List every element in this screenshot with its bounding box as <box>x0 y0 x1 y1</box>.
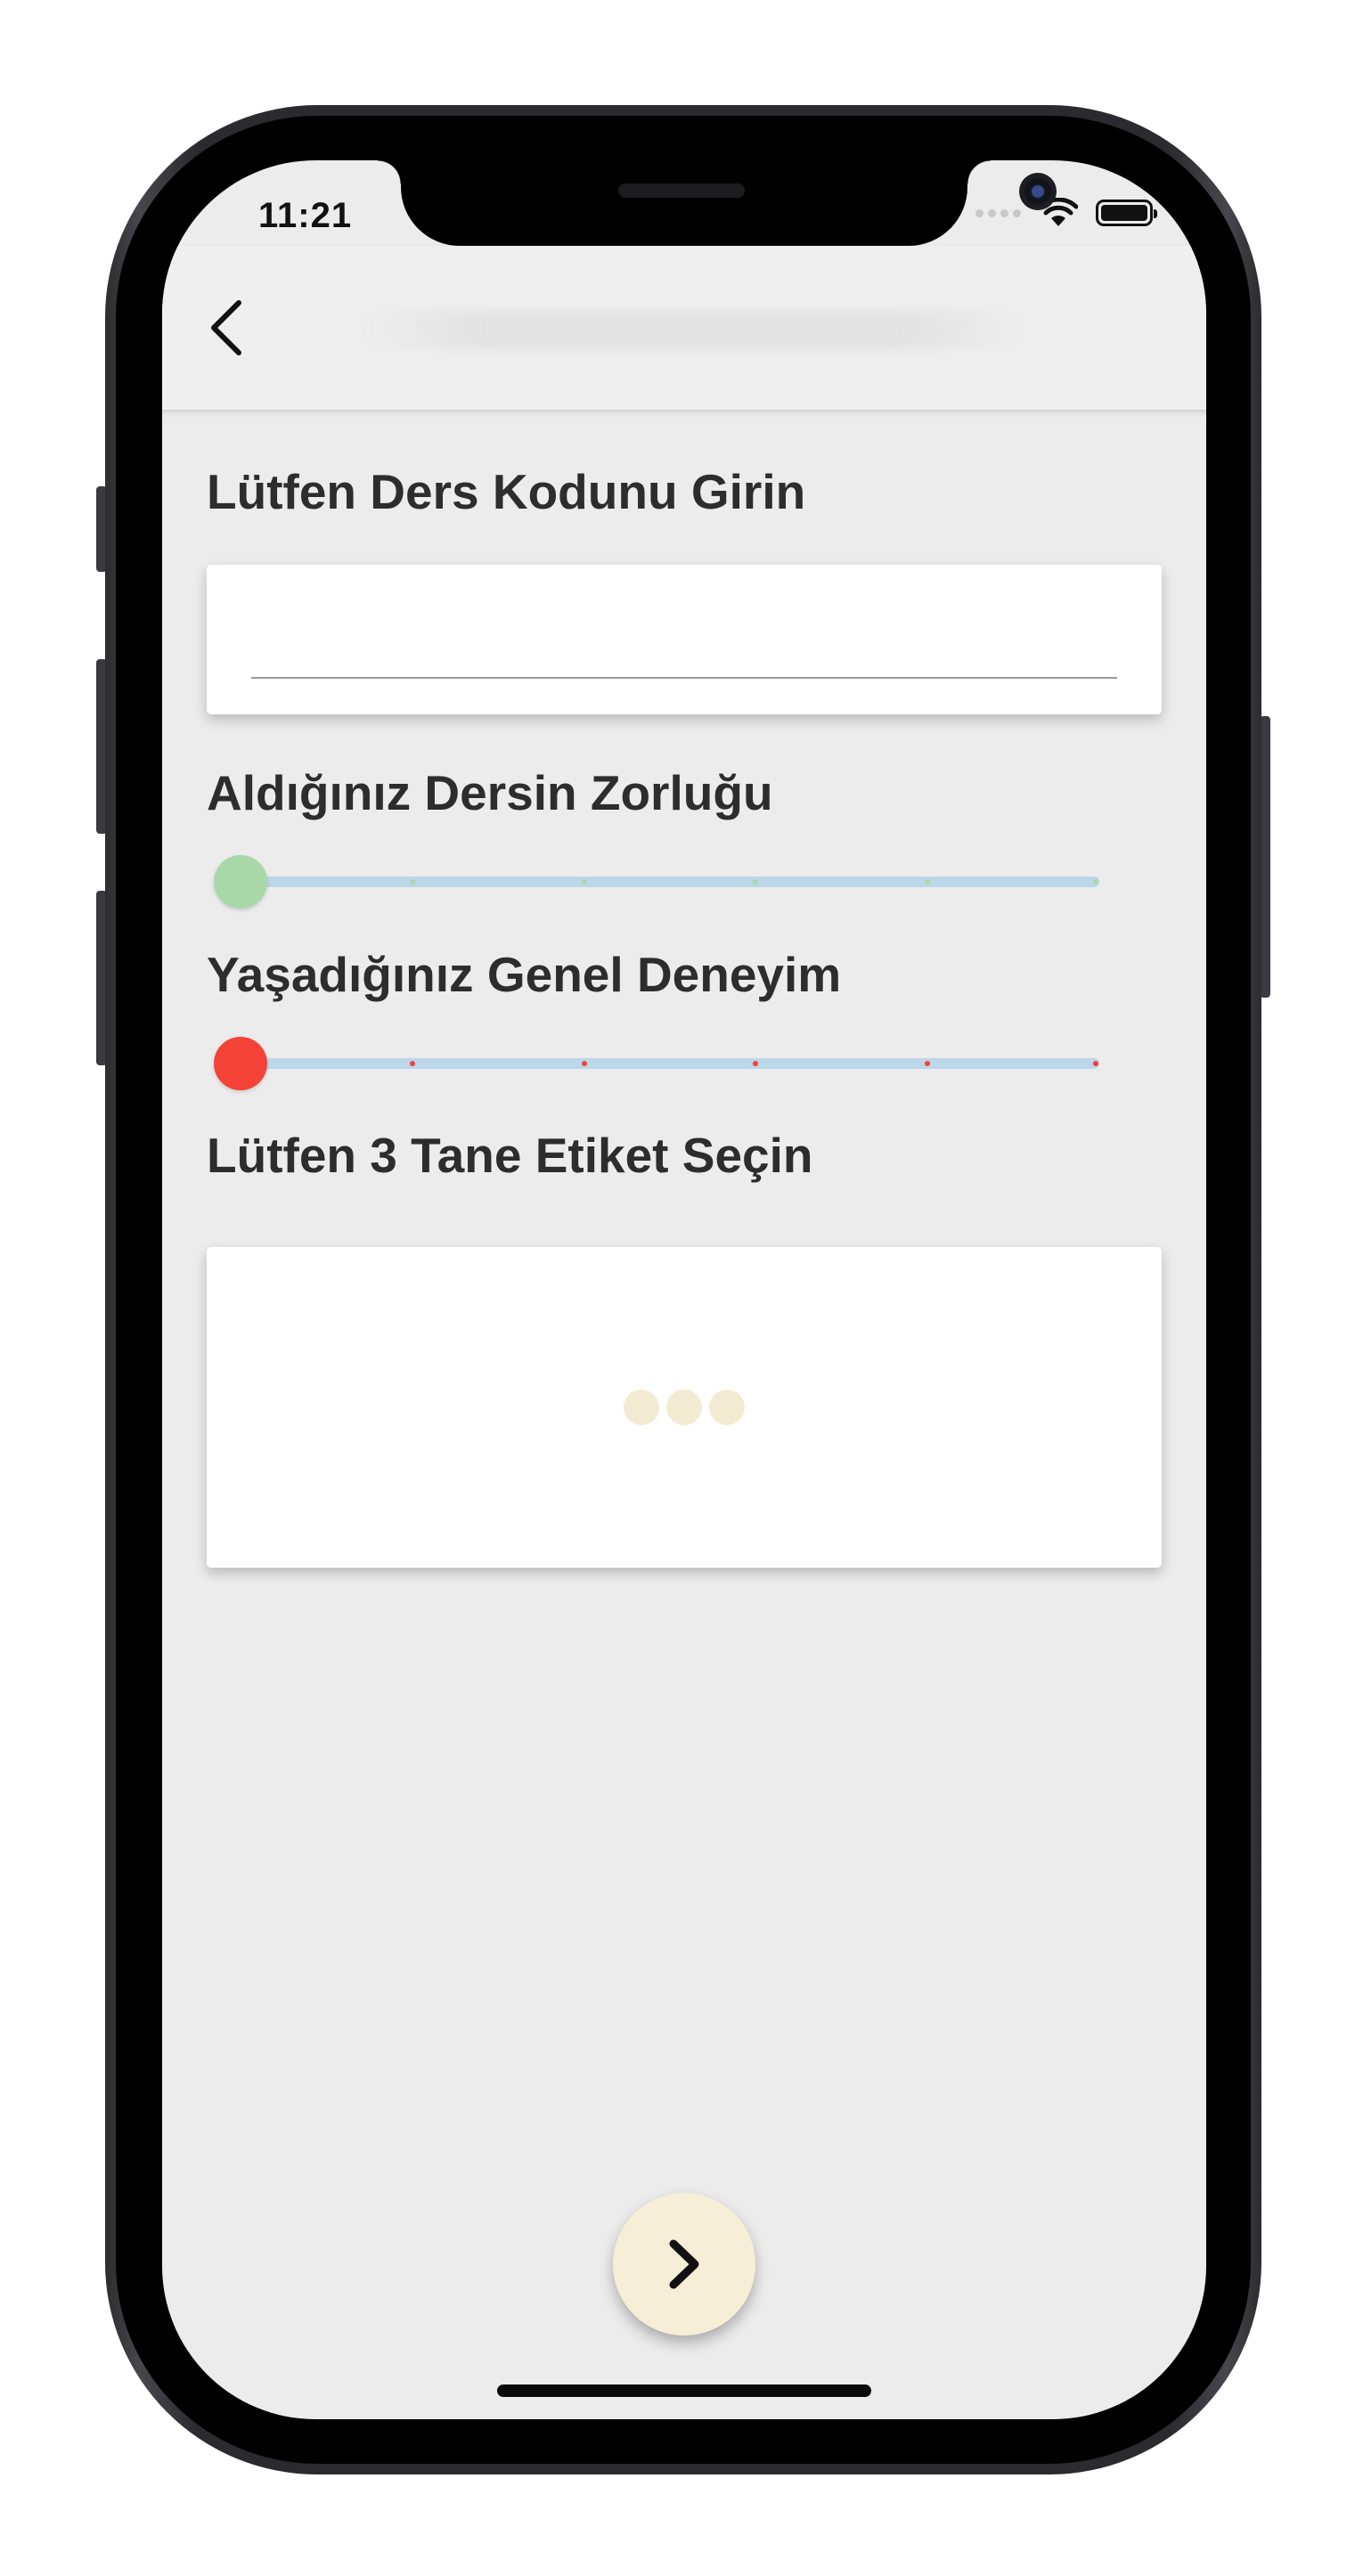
front-camera <box>1019 173 1057 210</box>
home-indicator <box>497 2384 871 2397</box>
earpiece-speaker <box>618 183 745 198</box>
slider-tick <box>581 879 587 884</box>
slider-track <box>241 876 1099 887</box>
app-screen: 11:21 Lütfen Ders Kodunu Girin Aldığınız… <box>162 160 1206 2419</box>
status-icons <box>975 198 1157 228</box>
slider-track <box>241 1058 1099 1069</box>
difficulty-slider[interactable] <box>214 855 1099 909</box>
experience-slider[interactable] <box>214 1037 1099 1090</box>
loading-dot <box>624 1390 659 1425</box>
difficulty-label: Aldığınız Dersin Zorluğu <box>207 765 773 820</box>
status-time: 11:21 <box>258 196 353 235</box>
tags-card <box>207 1247 1162 1568</box>
course-code-input[interactable] <box>251 600 1117 679</box>
slider-thumb[interactable] <box>214 1037 267 1090</box>
loading-dot <box>709 1390 745 1425</box>
navigation-bar <box>162 246 1206 412</box>
course-code-card <box>207 565 1162 714</box>
slider-tick <box>409 1061 415 1066</box>
course-code-label: Lütfen Ders Kodunu Girin <box>207 464 806 519</box>
back-button[interactable] <box>194 296 258 360</box>
slider-thumb[interactable] <box>214 855 267 909</box>
loading-indicator <box>207 1247 1162 1568</box>
battery-icon <box>1096 200 1157 226</box>
chevron-left-icon <box>211 300 241 355</box>
slider-tick <box>581 1061 587 1066</box>
slider-tick <box>1093 1061 1098 1066</box>
cellular-signal-icon <box>975 208 1021 217</box>
chevron-right-icon <box>669 2239 699 2289</box>
nav-title <box>349 310 1035 349</box>
slider-tick <box>1093 879 1098 884</box>
experience-label: Yaşadığınız Genel Deneyim <box>207 947 842 1002</box>
loading-dot <box>666 1390 702 1425</box>
tags-label: Lütfen 3 Tane Etiket Seçin <box>207 1128 813 1183</box>
notch <box>378 160 1057 246</box>
next-button[interactable] <box>613 2193 755 2336</box>
slider-tick <box>409 879 415 884</box>
